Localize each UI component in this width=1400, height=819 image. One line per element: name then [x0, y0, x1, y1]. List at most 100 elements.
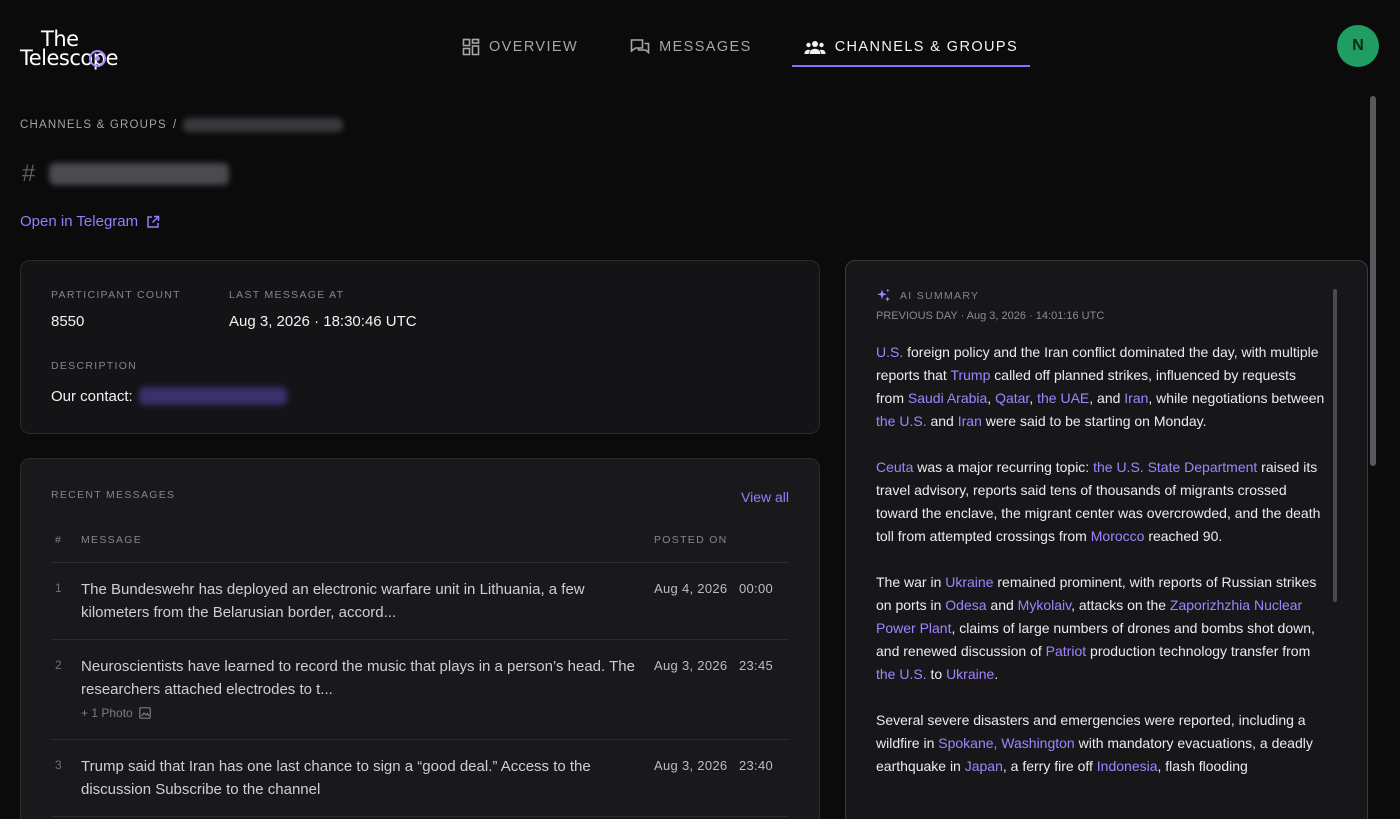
- channel-info-card: PARTICIPANT COUNT 8550 LAST MESSAGE AT A…: [20, 260, 820, 434]
- summary-text: were said to be starting on Monday.: [981, 413, 1207, 429]
- channel-name-redacted: [49, 163, 230, 185]
- entity-link[interactable]: Odesa: [945, 597, 986, 613]
- description-value: Our contact:: [51, 388, 133, 405]
- channel-hash-icon: #: [22, 160, 36, 187]
- ai-summary-subtitle: PREVIOUS DAY · Aug 3, 2026 · 14:01:16 UT…: [876, 310, 1105, 322]
- table-row[interactable]: 2 Neuroscientists have learned to record…: [51, 640, 789, 740]
- page-title: #: [22, 160, 230, 188]
- entity-link[interactable]: Morocco: [1091, 528, 1145, 544]
- ai-summary-header: AI SUMMARY: [876, 288, 979, 303]
- summary-text: , and: [1089, 390, 1125, 406]
- view-all-link[interactable]: View all: [741, 489, 789, 505]
- open-in-telegram-label: Open in Telegram: [20, 213, 139, 230]
- breadcrumb-root[interactable]: CHANNELS & GROUPS: [20, 119, 167, 131]
- summary-paragraph: Several severe disasters and emergencies…: [876, 709, 1326, 778]
- summary-paragraph: U.S. foreign policy and the Iran conflic…: [876, 341, 1326, 433]
- entity-link[interactable]: Indonesia: [1097, 758, 1158, 774]
- page-scrollbar[interactable]: [1370, 96, 1376, 466]
- entity-link[interactable]: U.S.: [876, 344, 903, 360]
- column-header-posted-on[interactable]: POSTED ON: [654, 534, 728, 546]
- description-label: DESCRIPTION: [51, 360, 138, 372]
- summary-text: , while negotiations between: [1148, 390, 1325, 406]
- participant-count-label: PARTICIPANT COUNT: [51, 289, 181, 301]
- row-time: 23:45: [739, 658, 774, 673]
- row-date: Aug 3, 2026: [654, 658, 728, 673]
- summary-text: was a major recurring topic:: [913, 459, 1094, 475]
- nav-tab-channels-groups[interactable]: CHANNELS & GROUPS: [791, 26, 1031, 67]
- breadcrumb-separator: /: [172, 119, 178, 131]
- row-time: 23:40: [739, 758, 774, 773]
- entity-link[interactable]: Trump: [950, 367, 990, 383]
- row-attachment: + 1 Photo: [81, 706, 151, 720]
- summary-paragraph: Ceuta was a major recurring topic: the U…: [876, 456, 1326, 548]
- entity-link[interactable]: Iran: [1124, 390, 1148, 406]
- row-date: Aug 3, 2026: [654, 758, 728, 773]
- row-time: 00:00: [739, 581, 774, 596]
- summary-scrollbar[interactable]: [1333, 289, 1337, 602]
- table-row[interactable]: 3 Trump said that Iran has one last chan…: [51, 740, 789, 817]
- row-number: 3: [55, 758, 62, 772]
- ai-summary-card: AI SUMMARY PREVIOUS DAY · Aug 3, 2026 · …: [845, 260, 1368, 819]
- nav-tab-label: OVERVIEW: [489, 38, 579, 55]
- entity-link[interactable]: the UAE: [1037, 390, 1089, 406]
- summary-text: The war in: [876, 574, 946, 590]
- entity-link[interactable]: Patriot: [1046, 643, 1086, 659]
- entity-link[interactable]: Ceuta: [876, 459, 913, 475]
- logo-scope-icon: [89, 50, 106, 67]
- summary-text: to: [926, 666, 947, 682]
- summary-text: production technology transfer from: [1086, 643, 1311, 659]
- chat-bubbles-icon: [630, 38, 650, 54]
- ai-summary-title: AI SUMMARY: [900, 289, 980, 302]
- participant-count-value: 8550: [51, 313, 85, 330]
- summary-text: ,: [1029, 390, 1038, 406]
- table-row[interactable]: 1 The Bundeswehr has deployed an electro…: [51, 563, 789, 640]
- row-message: Neuroscientists have learned to record t…: [81, 658, 635, 698]
- summary-text: , flash flooding: [1157, 758, 1248, 774]
- entity-link[interactable]: Ukraine: [946, 666, 994, 682]
- user-avatar[interactable]: N: [1337, 25, 1379, 67]
- recent-messages-card: RECENT MESSAGES View all # MESSAGE POSTE…: [20, 458, 820, 819]
- summary-text: .: [994, 666, 999, 682]
- nav-tab-label: CHANNELS & GROUPS: [834, 38, 1019, 55]
- main-nav: OVERVIEW MESSAGES CHANNELS & GROUPS: [450, 26, 1058, 67]
- nav-tab-overview[interactable]: OVERVIEW: [450, 26, 590, 67]
- entity-link[interactable]: Qatar: [995, 390, 1029, 406]
- open-in-telegram-link[interactable]: Open in Telegram: [20, 213, 160, 230]
- entity-link[interactable]: Ukraine: [945, 574, 993, 590]
- nav-tab-messages[interactable]: MESSAGES: [618, 26, 764, 67]
- last-message-label: LAST MESSAGE AT: [229, 289, 345, 301]
- description-contact-redacted[interactable]: [139, 387, 287, 405]
- entity-link[interactable]: the U.S.: [876, 413, 927, 429]
- photo-icon: [138, 707, 151, 719]
- entity-link[interactable]: Japan: [965, 758, 1003, 774]
- dashboard-icon: [462, 38, 480, 55]
- ai-summary-body: U.S. foreign policy and the Iran conflic…: [876, 341, 1326, 801]
- summary-text: and: [986, 597, 1018, 613]
- row-number: 1: [55, 581, 62, 595]
- sparkles-icon: [877, 288, 890, 302]
- entity-link[interactable]: the U.S.: [876, 666, 927, 682]
- entity-link[interactable]: the U.S. State Department: [1093, 459, 1257, 475]
- entity-link[interactable]: Iran: [958, 413, 982, 429]
- summary-text: , attacks on the: [1071, 597, 1170, 613]
- users-group-icon: [804, 40, 826, 54]
- last-message-value: Aug 3, 2026 · 18:30:46 UTC: [229, 313, 417, 330]
- entity-link[interactable]: Saudi Arabia: [908, 390, 987, 406]
- row-message: The Bundeswehr has deployed an electroni…: [81, 581, 585, 621]
- summary-paragraph: The war in Ukraine remained prominent, w…: [876, 571, 1326, 686]
- row-number: 2: [55, 658, 62, 672]
- row-date: Aug 4, 2026: [654, 581, 728, 596]
- breadcrumb-current-redacted: [183, 118, 344, 132]
- summary-text: , a ferry fire off: [1002, 758, 1097, 774]
- breadcrumb: CHANNELS & GROUPS /: [20, 118, 344, 132]
- nav-tab-label: MESSAGES: [659, 38, 752, 55]
- column-header-num: #: [55, 534, 63, 546]
- entity-link[interactable]: Mykolaiv: [1018, 597, 1071, 613]
- summary-text: reached 90.: [1144, 528, 1223, 544]
- app-logo[interactable]: The Telescope: [20, 29, 135, 70]
- entity-link[interactable]: Spokane, Washington: [938, 735, 1074, 751]
- summary-text: and: [926, 413, 958, 429]
- external-link-icon: [147, 215, 160, 228]
- summary-text: ,: [987, 390, 996, 406]
- recent-messages-title: RECENT MESSAGES: [51, 489, 176, 501]
